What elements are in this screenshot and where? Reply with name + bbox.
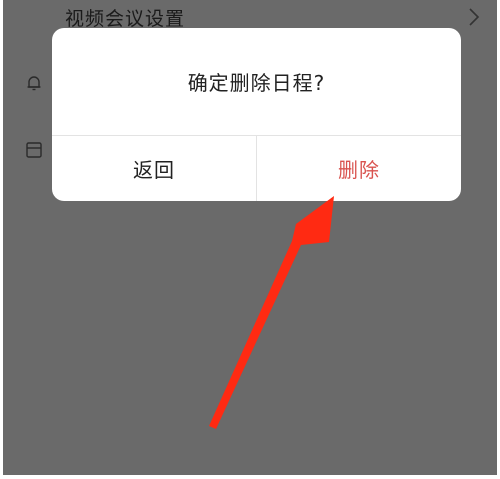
calendar-icon (26, 142, 42, 158)
bell-icon (27, 76, 41, 91)
back-button[interactable]: 返回 (52, 136, 256, 201)
video-meeting-settings-row-title: 视频会议设置 (65, 8, 186, 30)
app-screen: 视频会议设置 确定删除日程? 返回 删除 (3, 0, 497, 475)
delete-schedule-dialog: 确定删除日程? 返回 删除 (52, 28, 461, 201)
chevron-right-icon (469, 8, 480, 26)
delete-button[interactable]: 删除 (257, 136, 461, 201)
dialog-title: 确定删除日程? (187, 71, 326, 95)
